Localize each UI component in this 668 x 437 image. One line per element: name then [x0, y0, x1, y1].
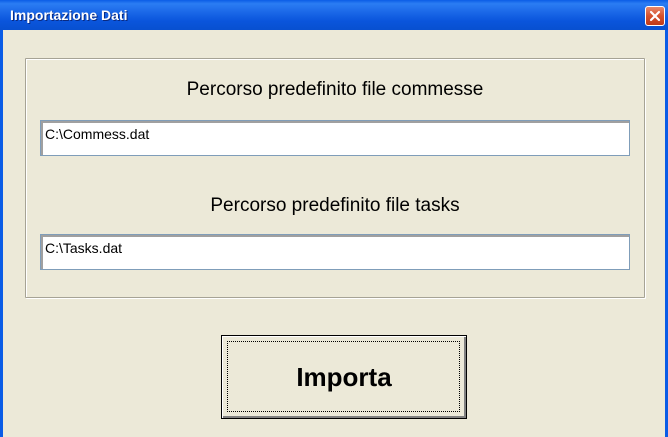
window-title: Importazione Dati — [10, 7, 128, 23]
close-icon — [649, 10, 661, 22]
import-button-label: Importa — [296, 361, 392, 392]
commesse-path-input[interactable]: C:\Commess.dat — [40, 120, 630, 156]
paths-group-box: Percorso predefinito file commesse C:\Co… — [25, 58, 645, 298]
close-button[interactable] — [645, 6, 665, 26]
commesse-path-label: Percorso predefinito file commesse — [186, 79, 484, 100]
tasks-path-input[interactable]: C:\Tasks.dat — [40, 234, 630, 270]
import-button[interactable]: Importa — [221, 335, 467, 419]
title-bar[interactable]: Importazione Dati — [0, 0, 668, 30]
tasks-path-label: Percorso predefinito file tasks — [210, 195, 460, 216]
dialog-window: Importazione Dati Percorso predefinito f… — [0, 0, 668, 437]
